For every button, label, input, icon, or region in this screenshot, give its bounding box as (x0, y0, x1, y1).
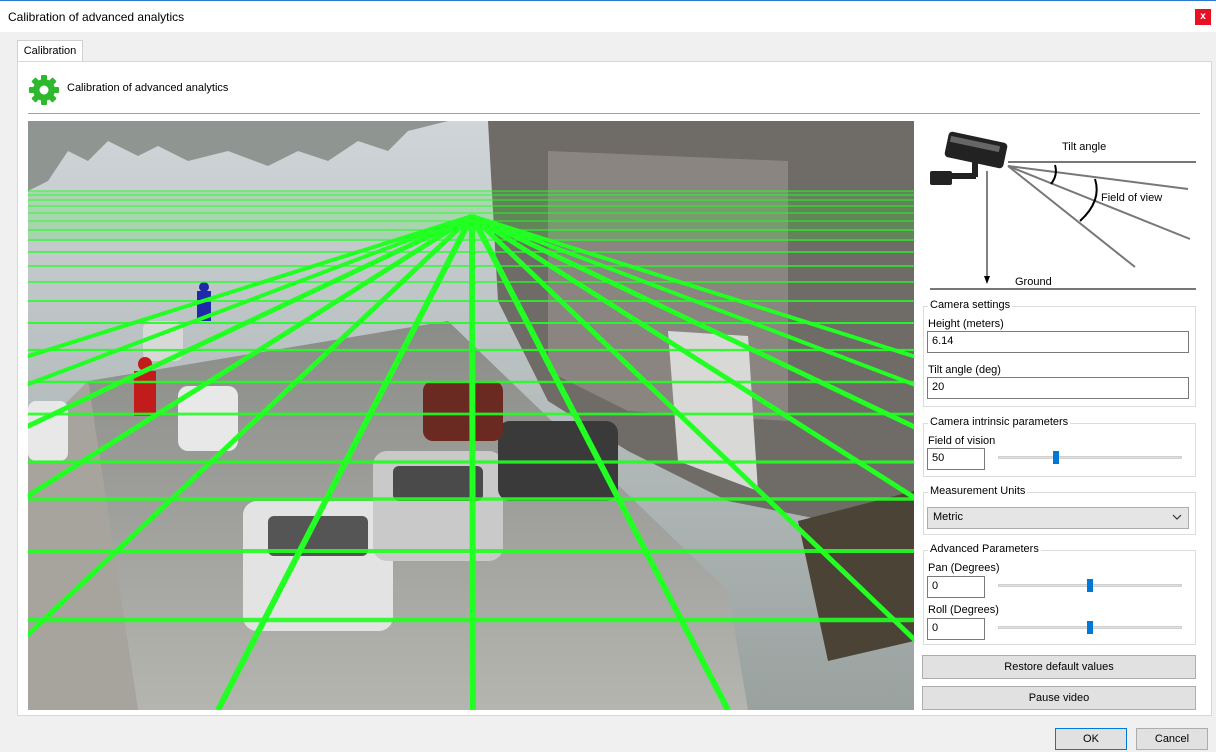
tilt-angle-field-label: Tilt angle (deg) (928, 364, 1001, 376)
camera-settings-title: Camera settings (928, 299, 1013, 311)
ok-button[interactable]: OK (1055, 728, 1127, 750)
window-title: Calibration of advanced analytics (8, 10, 185, 24)
calibration-grid-overlay (28, 121, 914, 710)
pause-video-button[interactable]: Pause video (922, 686, 1196, 710)
height-input[interactable]: 6.14 (927, 331, 1189, 353)
pan-input[interactable]: 0 (927, 576, 985, 598)
field-of-vision-slider[interactable] (998, 456, 1182, 459)
field-of-vision-slider-thumb[interactable] (1053, 451, 1059, 464)
roll-label: Roll (Degrees) (928, 604, 999, 616)
header-divider (28, 113, 1200, 114)
measurement-units-value: Metric (933, 511, 963, 523)
chevron-down-icon (1172, 511, 1182, 526)
camera-video-feed[interactable] (28, 121, 914, 710)
camera-geometry-diagram: Tilt angle Field of view Ground (920, 121, 1196, 291)
window-titlebar: Calibration of advanced analytics x (0, 0, 1216, 32)
cancel-button[interactable]: Cancel (1136, 728, 1208, 750)
tilt-angle-label: Tilt angle (1062, 141, 1107, 153)
pan-label: Pan (Degrees) (928, 562, 1000, 574)
field-of-vision-input[interactable]: 50 (927, 448, 985, 470)
pan-slider-thumb[interactable] (1087, 579, 1093, 592)
roll-input[interactable]: 0 (927, 618, 985, 640)
height-label: Height (meters) (928, 318, 1004, 330)
measurement-units-select[interactable]: Metric (927, 507, 1189, 529)
tab-calibration[interactable]: Calibration (17, 40, 83, 62)
intrinsic-parameters-title: Camera intrinsic parameters (928, 416, 1071, 428)
field-of-view-label: Field of view (1101, 192, 1163, 204)
ground-label: Ground (1015, 276, 1052, 288)
roll-slider-thumb[interactable] (1087, 621, 1093, 634)
header-title: Calibration of advanced analytics (67, 82, 229, 94)
tilt-angle-input[interactable]: 20 (927, 377, 1189, 399)
camera-diagram-icon (930, 131, 1196, 290)
close-button[interactable]: x (1195, 9, 1211, 25)
gear-icon (29, 75, 59, 105)
measurement-units-title: Measurement Units (928, 485, 1028, 497)
advanced-parameters-title: Advanced Parameters (928, 543, 1041, 555)
restore-defaults-button[interactable]: Restore default values (922, 655, 1196, 679)
field-of-vision-label: Field of vision (928, 435, 996, 447)
